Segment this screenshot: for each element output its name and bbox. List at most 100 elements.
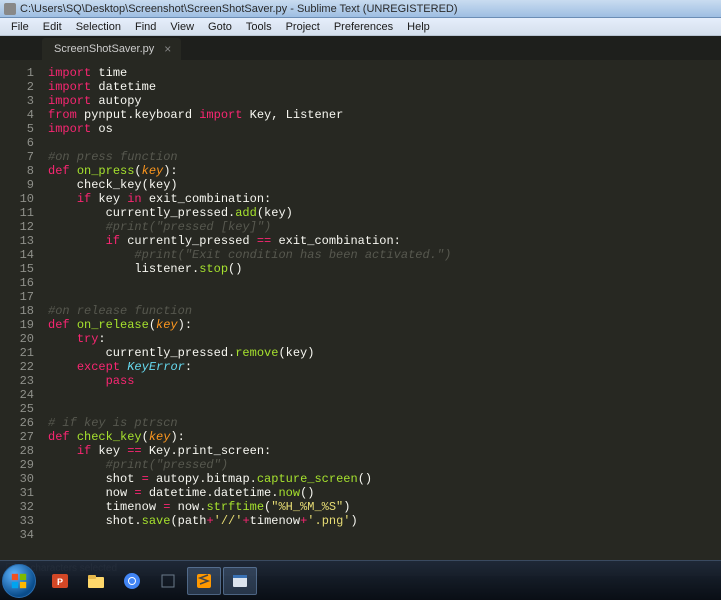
line-number: 12 bbox=[0, 220, 34, 234]
menu-help[interactable]: Help bbox=[400, 20, 437, 34]
code-line[interactable] bbox=[48, 402, 721, 416]
menu-goto[interactable]: Goto bbox=[201, 20, 239, 34]
code-line[interactable]: currently_pressed.add(key) bbox=[48, 206, 721, 220]
tabbar: ScreenShotSaver.py × bbox=[0, 36, 721, 60]
code-line[interactable]: from pynput.keyboard import Key, Listene… bbox=[48, 108, 721, 122]
code-line[interactable]: def on_release(key): bbox=[48, 318, 721, 332]
code-line[interactable] bbox=[48, 136, 721, 150]
window-title: C:\Users\SQ\Desktop\Screenshot\ScreenSho… bbox=[20, 3, 458, 15]
menu-selection[interactable]: Selection bbox=[69, 20, 128, 34]
code-line[interactable]: #print("pressed [key]") bbox=[48, 220, 721, 234]
code-line[interactable] bbox=[48, 528, 721, 542]
taskbar-item-explorer[interactable] bbox=[79, 567, 113, 595]
sublime-icon bbox=[194, 571, 214, 591]
explorer-icon bbox=[86, 571, 106, 591]
window-titlebar[interactable]: C:\Users\SQ\Desktop\Screenshot\ScreenSho… bbox=[0, 0, 721, 18]
code-line[interactable]: now = datetime.datetime.now() bbox=[48, 486, 721, 500]
taskbar-item-powerpoint[interactable]: P bbox=[43, 567, 77, 595]
code-line[interactable]: currently_pressed.remove(key) bbox=[48, 346, 721, 360]
code-line[interactable]: def on_press(key): bbox=[48, 164, 721, 178]
code-area[interactable]: 1234567891011121314151617181920212223242… bbox=[0, 60, 721, 560]
line-number: 5 bbox=[0, 122, 34, 136]
line-number: 14 bbox=[0, 248, 34, 262]
line-number: 16 bbox=[0, 276, 34, 290]
taskbar-item-sublime[interactable] bbox=[187, 567, 221, 595]
line-number: 26 bbox=[0, 416, 34, 430]
line-number: 24 bbox=[0, 388, 34, 402]
code-line[interactable]: shot.save(path+'//'+timenow+'.png') bbox=[48, 514, 721, 528]
svg-text:P: P bbox=[57, 577, 63, 587]
line-number: 20 bbox=[0, 332, 34, 346]
line-number: 11 bbox=[0, 206, 34, 220]
line-number: 4 bbox=[0, 108, 34, 122]
tab-label: ScreenShotSaver.py bbox=[54, 43, 154, 55]
line-number: 29 bbox=[0, 458, 34, 472]
line-number: 19 bbox=[0, 318, 34, 332]
menu-view[interactable]: View bbox=[163, 20, 201, 34]
start-button[interactable] bbox=[2, 564, 36, 598]
code-content[interactable]: import timeimport datetimeimport autopyf… bbox=[42, 60, 721, 560]
line-gutter: 1234567891011121314151617181920212223242… bbox=[0, 60, 42, 560]
code-line[interactable]: #on release function bbox=[48, 304, 721, 318]
close-icon[interactable]: × bbox=[164, 42, 171, 56]
editor: ScreenShotSaver.py × 1234567891011121314… bbox=[0, 36, 721, 560]
line-number: 30 bbox=[0, 472, 34, 486]
blank-icon bbox=[158, 571, 178, 591]
menu-edit[interactable]: Edit bbox=[36, 20, 69, 34]
code-line[interactable]: timenow = now.strftime("%H_%M_%S") bbox=[48, 500, 721, 514]
windows-logo-icon bbox=[10, 572, 28, 590]
line-number: 1 bbox=[0, 66, 34, 80]
code-line[interactable]: import autopy bbox=[48, 94, 721, 108]
code-line[interactable]: # if key is ptrscn bbox=[48, 416, 721, 430]
line-number: 28 bbox=[0, 444, 34, 458]
code-line[interactable]: if currently_pressed == exit_combination… bbox=[48, 234, 721, 248]
code-line[interactable]: pass bbox=[48, 374, 721, 388]
code-line[interactable] bbox=[48, 290, 721, 304]
code-line[interactable]: #print("Exit condition has been activate… bbox=[48, 248, 721, 262]
app-icon bbox=[4, 3, 16, 15]
line-number: 3 bbox=[0, 94, 34, 108]
code-line[interactable]: except KeyError: bbox=[48, 360, 721, 374]
code-line[interactable] bbox=[48, 388, 721, 402]
menu-find[interactable]: Find bbox=[128, 20, 163, 34]
code-line[interactable]: if key == Key.print_screen: bbox=[48, 444, 721, 458]
menubar: FileEditSelectionFindViewGotoToolsProjec… bbox=[0, 18, 721, 36]
code-line[interactable]: try: bbox=[48, 332, 721, 346]
taskbar-item-blank[interactable] bbox=[151, 567, 185, 595]
code-line[interactable]: listener.stop() bbox=[48, 262, 721, 276]
taskbar-item-chrome[interactable] bbox=[115, 567, 149, 595]
code-line[interactable]: check_key(key) bbox=[48, 178, 721, 192]
code-line[interactable]: import datetime bbox=[48, 80, 721, 94]
code-line[interactable]: #print("pressed") bbox=[48, 458, 721, 472]
menu-file[interactable]: File bbox=[4, 20, 36, 34]
line-number: 2 bbox=[0, 80, 34, 94]
line-number: 8 bbox=[0, 164, 34, 178]
line-number: 9 bbox=[0, 178, 34, 192]
code-line[interactable]: def check_key(key): bbox=[48, 430, 721, 444]
chrome-icon bbox=[122, 571, 142, 591]
powerpoint-icon: P bbox=[50, 571, 70, 591]
code-line[interactable]: import os bbox=[48, 122, 721, 136]
code-line[interactable]: import time bbox=[48, 66, 721, 80]
code-line[interactable]: shot = autopy.bitmap.capture_screen() bbox=[48, 472, 721, 486]
taskbar: P bbox=[0, 560, 721, 600]
tab-file[interactable]: ScreenShotSaver.py × bbox=[42, 38, 181, 60]
taskbar-item-dialog[interactable] bbox=[223, 567, 257, 595]
line-number: 34 bbox=[0, 528, 34, 542]
code-line[interactable]: if key in exit_combination: bbox=[48, 192, 721, 206]
menu-project[interactable]: Project bbox=[279, 20, 327, 34]
code-line[interactable] bbox=[48, 276, 721, 290]
line-number: 25 bbox=[0, 402, 34, 416]
line-number: 7 bbox=[0, 150, 34, 164]
code-line[interactable]: #on press function bbox=[48, 150, 721, 164]
menu-tools[interactable]: Tools bbox=[239, 20, 279, 34]
dialog-icon bbox=[230, 571, 250, 591]
line-number: 23 bbox=[0, 374, 34, 388]
menu-preferences[interactable]: Preferences bbox=[327, 20, 400, 34]
line-number: 15 bbox=[0, 262, 34, 276]
line-number: 13 bbox=[0, 234, 34, 248]
line-number: 6 bbox=[0, 136, 34, 150]
line-number: 17 bbox=[0, 290, 34, 304]
line-number: 18 bbox=[0, 304, 34, 318]
line-number: 27 bbox=[0, 430, 34, 444]
